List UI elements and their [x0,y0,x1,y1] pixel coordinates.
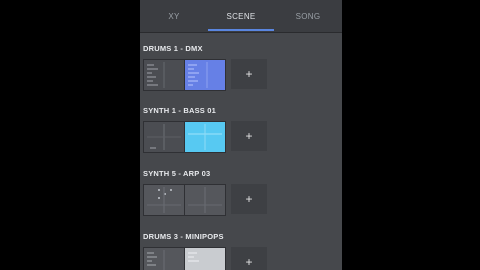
track-label-synth-5: SYNTH 5 - ARP 03 [143,169,211,178]
add-clip-button-drums-1[interactable]: + [231,59,267,89]
tab-song[interactable]: SONG [274,0,342,32]
clip-drums-1-b[interactable] [184,59,226,91]
clip-drums-1-a[interactable] [143,59,185,91]
tab-scene[interactable]: SCENE [208,0,274,32]
track-label-drums-1: DRUMS 1 - DMX [143,44,203,53]
clip-synth-1-a[interactable] [143,121,185,153]
scene-panel: XY SCENE SONG DRUMS 1 - DMX + SYNTH 1 - … [140,0,342,270]
add-clip-button-synth-5[interactable]: + [231,184,267,214]
tab-xy[interactable]: XY [140,0,208,32]
track-label-drums-3: DRUMS 3 - MINIPOPS [143,232,224,241]
clip-synth-1-b[interactable] [184,121,226,153]
clip-synth-5-b[interactable] [184,184,226,216]
clip-drums-3-b[interactable] [184,247,226,270]
tab-bar: XY SCENE SONG [140,0,342,33]
clip-synth-5-a[interactable] [143,184,185,216]
active-tab-indicator [208,29,274,31]
add-clip-button-synth-1[interactable]: + [231,121,267,151]
clip-drums-3-a[interactable] [143,247,185,270]
add-clip-button-drums-3[interactable]: + [231,247,267,270]
track-label-synth-1: SYNTH 1 - BASS 01 [143,106,217,115]
